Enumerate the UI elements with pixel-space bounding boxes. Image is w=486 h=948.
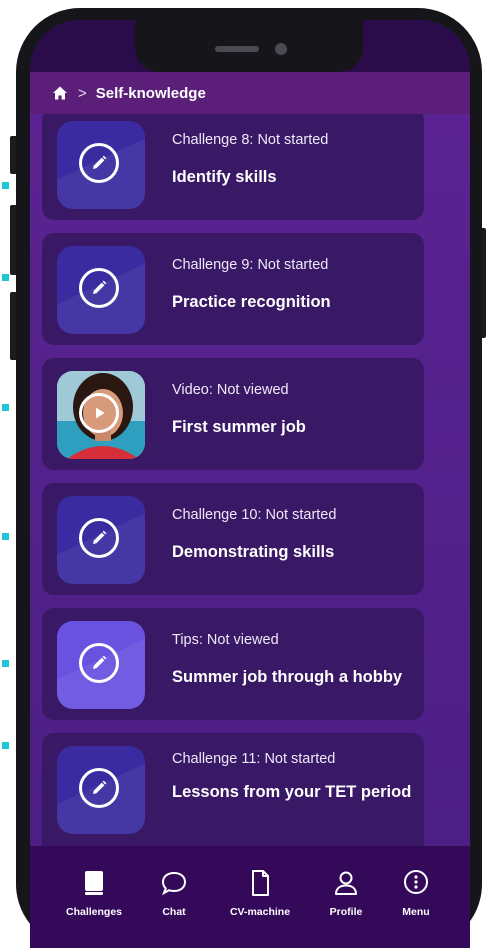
pencil-icon <box>79 518 119 558</box>
list-item-video[interactable]: Video: Not viewed First summer job <box>42 358 424 470</box>
item-thumbnail <box>57 121 145 209</box>
item-status: Challenge 9: Not started <box>172 257 329 273</box>
item-status: Challenge 11: Not started <box>172 751 336 767</box>
home-icon[interactable] <box>52 85 68 101</box>
annotation-dot <box>2 660 9 667</box>
item-status: Video: Not viewed <box>172 382 289 398</box>
tab-label: Menu <box>402 906 430 918</box>
breadcrumb-current[interactable]: Self-knowledge <box>96 85 206 102</box>
item-thumbnail <box>57 496 145 584</box>
tab-label: Chat <box>162 906 186 918</box>
phone-notch <box>135 20 363 72</box>
list-item-challenge-8[interactable]: Challenge 8: Not started Identify skills <box>42 114 424 220</box>
pencil-icon <box>79 643 119 683</box>
item-thumbnail <box>57 621 145 709</box>
chat-icon <box>161 871 187 896</box>
list-item-challenge-9[interactable]: Challenge 9: Not started Practice recogn… <box>42 233 424 345</box>
challenges-icon <box>85 871 103 895</box>
tab-label: CV-machine <box>229 906 291 918</box>
item-thumbnail <box>57 746 145 834</box>
document-icon <box>252 870 269 896</box>
item-title: Identify skills <box>172 168 277 186</box>
more-icon <box>404 870 428 894</box>
pencil-icon <box>79 268 119 308</box>
bottom-tab-bar: Challenges Chat CV-machine Profile Menu <box>30 846 470 948</box>
stage: > Self-knowledge Challenge 8: Not starte… <box>0 0 486 948</box>
tab-menu[interactable]: Menu <box>376 868 456 928</box>
play-icon[interactable] <box>79 393 119 433</box>
status-bar-area <box>30 20 470 72</box>
annotation-dot <box>2 404 9 411</box>
list-item-challenge-10[interactable]: Challenge 10: Not started Demonstrating … <box>42 483 424 595</box>
tab-chat[interactable]: Chat <box>134 868 214 928</box>
item-status: Tips: Not viewed <box>172 632 279 648</box>
item-status: Challenge 10: Not started <box>172 507 337 523</box>
item-title: Demonstrating skills <box>172 543 335 561</box>
pencil-icon <box>79 768 119 808</box>
phone-screen: > Self-knowledge Challenge 8: Not starte… <box>30 20 470 948</box>
annotation-dot <box>2 533 9 540</box>
item-status: Challenge 8: Not started <box>172 132 329 148</box>
breadcrumb-separator: > <box>78 84 87 102</box>
list-item-tips[interactable]: Tips: Not viewed Summer job through a ho… <box>42 608 424 720</box>
item-thumbnail <box>57 246 145 334</box>
item-title: First summer job <box>172 418 306 436</box>
tab-cv-machine[interactable]: CV-machine <box>220 868 300 928</box>
item-title: Summer job through a hobby <box>172 668 403 686</box>
tab-label: Profile <box>329 906 363 918</box>
tab-label: Challenges <box>65 906 123 918</box>
annotation-dot <box>2 742 9 749</box>
pencil-icon <box>79 143 119 183</box>
camera-lens <box>275 43 287 55</box>
annotation-dot <box>2 274 9 281</box>
breadcrumb: > Self-knowledge <box>30 72 470 114</box>
item-title: Lessons from your TET period <box>172 783 412 801</box>
tab-profile[interactable]: Profile <box>306 868 386 928</box>
item-title: Practice recognition <box>172 293 331 311</box>
speaker-grille <box>215 46 259 52</box>
video-thumbnail <box>57 371 145 459</box>
tab-challenges[interactable]: Challenges <box>54 868 134 928</box>
list-item-challenge-11[interactable]: Challenge 11: Not started Lessons from y… <box>42 733 424 846</box>
annotation-dot <box>2 182 9 189</box>
profile-icon <box>335 871 357 895</box>
content-list: Challenge 8: Not started Identify skills… <box>30 114 470 846</box>
